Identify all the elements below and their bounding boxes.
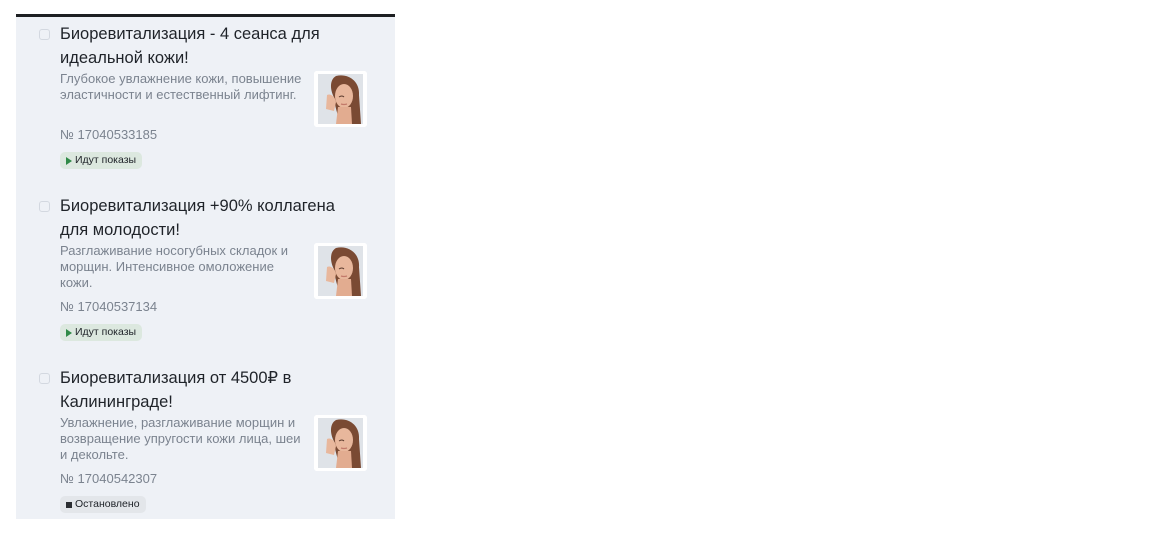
ad-thumbnail[interactable] (314, 71, 367, 127)
ad-title[interactable]: Биоревитализация +90% коллагена для моло… (60, 194, 350, 242)
ad-title[interactable]: Биоревитализация - 4 сеанса для идеально… (60, 22, 350, 70)
ad-select-checkbox[interactable] (39, 201, 50, 212)
stop-icon (66, 501, 72, 508)
status-badge: Остановлено (60, 496, 146, 513)
ad-description: Глубокое увлажнение кожи, повышение элас… (60, 71, 302, 102)
ad-description: Увлажнение, разглаживание морщин и возвр… (60, 415, 301, 462)
woman-face-photo-icon (314, 415, 367, 471)
status-label: Остановлено (75, 498, 140, 510)
ad-id: № 17040542307 (60, 471, 158, 486)
status-label: Идут показы (75, 326, 137, 338)
woman-face-photo-icon (314, 243, 367, 299)
ad-title[interactable]: Биоревитализация от 4500₽ в Калининграде… (60, 366, 350, 414)
ads-list-panel: Биоревитализация - 4 сеанса для идеально… (16, 14, 395, 519)
play-icon (66, 156, 72, 165)
ad-select-checkbox[interactable] (39, 373, 50, 384)
ad-thumbnail[interactable] (314, 243, 367, 299)
ad-id: № 17040533185 (60, 127, 158, 142)
status-label: Идут показы (75, 154, 137, 166)
ad-select-checkbox[interactable] (39, 29, 50, 40)
ad-thumbnail[interactable] (314, 415, 367, 471)
woman-face-photo-icon (314, 71, 367, 127)
play-icon (66, 328, 72, 337)
status-badge: Идут показы (60, 324, 143, 341)
ad-id: № 17040537134 (60, 299, 158, 314)
ad-description: Разглаживание носогубных складок и морщи… (60, 243, 289, 290)
status-badge: Идут показы (60, 152, 143, 169)
